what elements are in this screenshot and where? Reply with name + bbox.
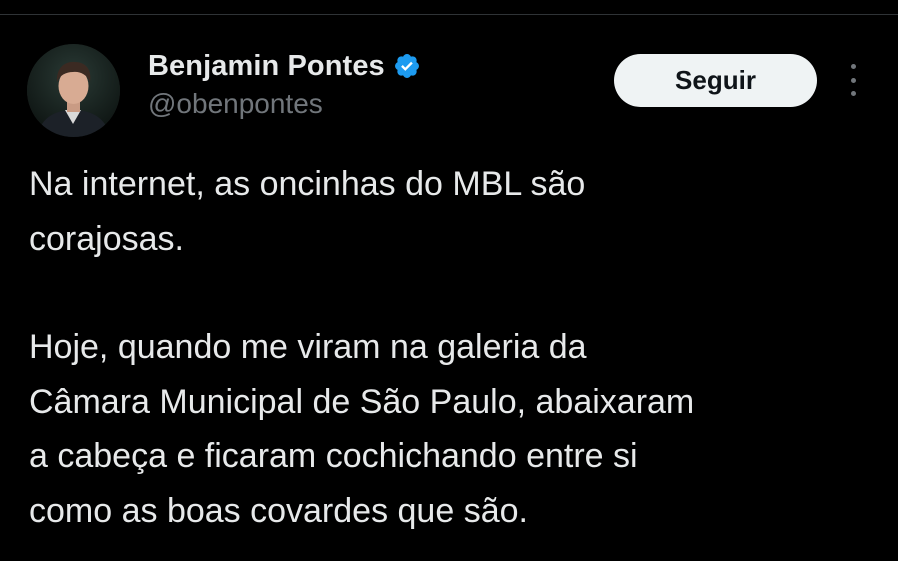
dot-icon [850, 77, 856, 83]
tweet-line: Hoje, quando me viram na galeria da [29, 328, 587, 366]
tweet-line: como as boas covardes que são. [29, 491, 528, 530]
tweet-paragraph: Hoje, quando me viram na galeria da Câma… [29, 320, 879, 538]
dot-icon [850, 64, 856, 69]
tweet-line: corajosas. [29, 219, 184, 258]
user-handle[interactable]: @obenpontes [148, 88, 421, 120]
profile-photo-icon [27, 44, 120, 137]
author-block: Benjamin Pontes @obenpontes [148, 46, 421, 120]
tweet-text: Na internet, as oncinhas do MBL são cora… [29, 157, 879, 538]
tweet-line: Na internet, as oncinhas do MBL são [29, 165, 586, 203]
tweet-line: a cabeça e ficaram cochichando entre si [29, 437, 638, 475]
display-name[interactable]: Benjamin Pontes [148, 50, 385, 83]
tweet-paragraph: Na internet, as oncinhas do MBL são cora… [29, 157, 879, 266]
verified-badge-icon[interactable] [393, 52, 421, 80]
name-row: Benjamin Pontes [148, 46, 421, 86]
top-divider [0, 14, 898, 15]
follow-button[interactable]: Seguir [614, 54, 817, 107]
avatar[interactable] [27, 44, 120, 137]
dot-icon [850, 91, 856, 96]
tweet-line: Câmara Municipal de São Paulo, abaixaram [29, 382, 695, 421]
more-options-icon[interactable] [838, 62, 868, 98]
